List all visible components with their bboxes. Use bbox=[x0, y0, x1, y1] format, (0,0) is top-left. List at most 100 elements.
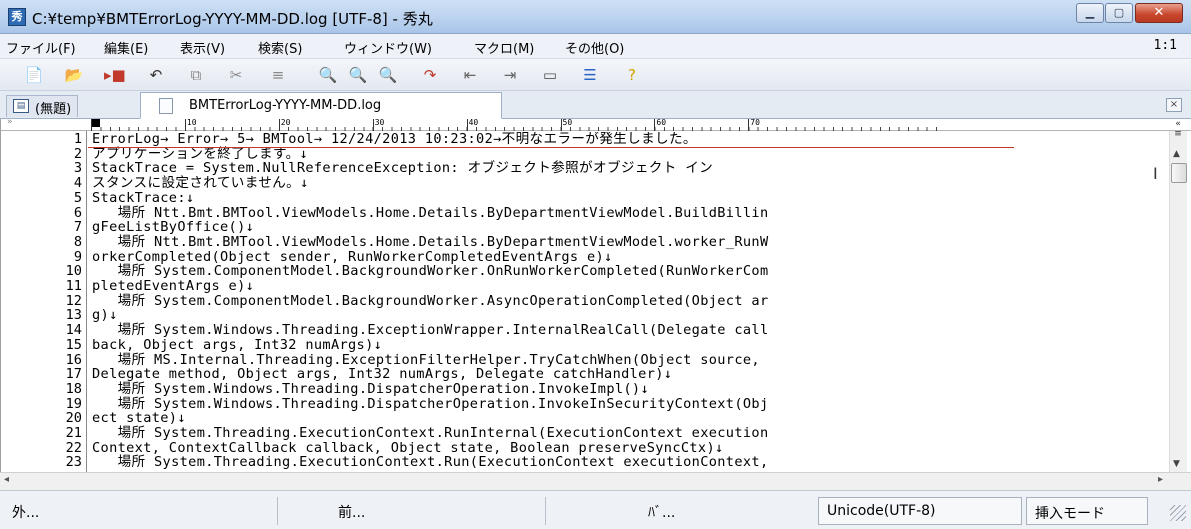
new-file-icon[interactable]: 📄 bbox=[24, 66, 44, 84]
line-text[interactable]: StackTrace = System.NullReferenceExcepti… bbox=[92, 161, 713, 175]
menu-window[interactable]: ウィンドウ(W) bbox=[344, 38, 432, 57]
undo-icon[interactable]: ↶ bbox=[146, 66, 166, 84]
status-bar-item[interactable]: ﾊﾞ... bbox=[640, 497, 683, 525]
horizontal-scrollbar[interactable]: ◂ ▸ bbox=[0, 472, 1191, 490]
line-number: 17 bbox=[65, 366, 82, 383]
line-text[interactable]: スタンスに設定されていません。↓ bbox=[92, 176, 309, 190]
search-up-icon[interactable]: 🔍 bbox=[378, 66, 398, 84]
open-folder-icon[interactable]: 📂 bbox=[64, 66, 84, 84]
toolbar: 📄 📂 ▸■ ↶ ⧉ ✂ ≡ 🔍 🔍 🔍 ↷ ⇤ ⇥ ▭ ☰? bbox=[0, 59, 1191, 91]
indent-right-icon[interactable]: ⇥ bbox=[500, 66, 520, 84]
menu-view[interactable]: 表示(V) bbox=[180, 38, 225, 57]
hidemaru-app-icon[interactable]: 秀 bbox=[8, 8, 26, 26]
text-line[interactable]: 22 Context, ContextCallback callback, Obj… bbox=[1, 441, 1151, 455]
indent-left-icon[interactable]: ⇤ bbox=[460, 66, 480, 84]
text-line[interactable]: 1 ErrorLog→ Error→ 5→ BMTool→ 12/24/2013 … bbox=[1, 132, 1151, 146]
line-text[interactable]: ErrorLog→ Error→ 5→ BMTool→ 12/24/2013 1… bbox=[92, 132, 697, 146]
document-icon bbox=[159, 98, 173, 114]
paste-icon[interactable]: ≡ bbox=[268, 66, 288, 84]
tab-untitled[interactable]: ▤ (無題) bbox=[6, 95, 79, 117]
editor[interactable]: » 10 20 30 40 50 60 70 1 ErrorLog→ Error→ 5→ BM… bbox=[0, 117, 1191, 472]
tab-close-icon[interactable]: × bbox=[1166, 98, 1182, 112]
split-icon[interactable]: ☰ bbox=[580, 66, 600, 84]
line-text[interactable]: 場所 Ntt.Bmt.BMTool.ViewModels.Home.Detail… bbox=[92, 235, 769, 249]
text-line[interactable]: 10 場所 System.ComponentModel.BackgroundWo… bbox=[1, 264, 1151, 278]
text-line[interactable]: 13 g)↓ bbox=[1, 308, 1151, 322]
title-bar: 秀 C:¥temp¥BMTErrorLog-YYYY-MM-DD.log [UT… bbox=[0, 0, 1191, 34]
status-previous[interactable]: 前... bbox=[330, 497, 373, 525]
vertical-scroll-thumb[interactable] bbox=[1171, 163, 1187, 183]
redo-icon[interactable]: ↷ bbox=[420, 66, 440, 84]
menu-edit[interactable]: 編集(E) bbox=[104, 38, 148, 57]
text-line[interactable]: 20 ect state)↓ bbox=[1, 411, 1151, 425]
scroll-left-arrow-icon[interactable]: ◂ bbox=[4, 474, 9, 485]
line-text[interactable]: gFeeListByOffice()↓ bbox=[92, 220, 254, 234]
line-number: 11 bbox=[65, 278, 82, 294]
text-line[interactable]: 17 Delegate method, Object args, Int32 nu… bbox=[1, 367, 1151, 381]
text-line[interactable]: 19 場所 System.Windows.Threading.Dispatche… bbox=[1, 397, 1151, 411]
menu-search[interactable]: 検索(S) bbox=[258, 38, 302, 57]
menu-other[interactable]: その他(O) bbox=[565, 38, 624, 57]
menu-file[interactable]: ファイル(F) bbox=[6, 38, 76, 57]
text-line[interactable]: 4 スタンスに設定されていません。↓ bbox=[1, 176, 1151, 190]
line-text[interactable]: 場所 System.Windows.Threading.ExceptionWra… bbox=[92, 323, 769, 337]
text-line[interactable]: 12 場所 System.ComponentModel.BackgroundWo… bbox=[1, 294, 1151, 308]
text-area[interactable]: 1 ErrorLog→ Error→ 5→ BMTool→ 12/24/2013 … bbox=[1, 132, 1151, 472]
encoding-indicator[interactable]: Unicode(UTF-8) bbox=[818, 497, 1022, 525]
copy-icon[interactable]: ⧉ bbox=[186, 66, 206, 84]
minimize-button[interactable]: ▁ bbox=[1076, 3, 1104, 23]
resize-grip-icon[interactable] bbox=[1170, 505, 1186, 521]
text-line[interactable]: 7 gFeeListByOffice()↓ bbox=[1, 220, 1151, 234]
cursor-line-underline bbox=[88, 147, 1014, 148]
text-line[interactable]: 5 StackTrace:↓ bbox=[1, 191, 1151, 205]
search-icon[interactable]: 🔍 bbox=[318, 66, 338, 84]
line-text[interactable]: back, Object args, Int32 numArgs)↓ bbox=[92, 338, 382, 352]
menu-macro[interactable]: マクロ(M) bbox=[474, 38, 534, 57]
tab-active-file[interactable]: BMTErrorLog-YYYY-MM-DD.log bbox=[140, 92, 502, 119]
help-icon[interactable]: ? bbox=[622, 66, 642, 84]
scroll-up-arrow-icon[interactable]: ▲ bbox=[1173, 149, 1180, 159]
text-line[interactable]: 23 場所 System.Threading.ExecutionContext.… bbox=[1, 455, 1151, 469]
save-icon[interactable]: ▸■ bbox=[104, 66, 126, 84]
line-text[interactable]: Delegate method, Object args, Int32 numA… bbox=[92, 367, 672, 381]
close-button[interactable]: ✕ bbox=[1135, 3, 1183, 23]
ruler-major-tick bbox=[372, 119, 374, 131]
line-text[interactable]: orkerCompleted(Object sender, RunWorkerC… bbox=[92, 250, 613, 264]
line-text[interactable]: 場所 System.Windows.Threading.DispatcherOp… bbox=[92, 382, 649, 396]
text-line[interactable]: 16 場所 MS.Internal.Threading.ExceptionFil… bbox=[1, 353, 1151, 367]
text-line[interactable]: 15 back, Object args, Int32 numArgs)↓ bbox=[1, 338, 1151, 352]
text-line[interactable]: 6 場所 Ntt.Bmt.BMTool.ViewModels.Home.Deta… bbox=[1, 206, 1151, 220]
line-text[interactable]: g)↓ bbox=[92, 308, 118, 322]
line-text[interactable]: ect state)↓ bbox=[92, 411, 186, 425]
line-text[interactable]: 場所 System.Threading.ExecutionContext.Run… bbox=[92, 426, 769, 440]
text-line[interactable]: 14 場所 System.Windows.Threading.Exception… bbox=[1, 323, 1151, 337]
cut-icon[interactable]: ✂ bbox=[226, 66, 246, 84]
search-down-icon[interactable]: 🔍 bbox=[348, 66, 368, 84]
line-text[interactable]: 場所 System.ComponentModel.BackgroundWorke… bbox=[92, 294, 769, 308]
text-line[interactable]: 3 StackTrace = System.NullReferenceExcept… bbox=[1, 161, 1151, 175]
scroll-right-arrow-icon[interactable]: ▸ bbox=[1158, 474, 1163, 485]
text-line[interactable]: 9 orkerCompleted(Object sender, RunWorker… bbox=[1, 250, 1151, 264]
window-icon[interactable]: ▭ bbox=[540, 66, 560, 84]
line-text[interactable]: 場所 Ntt.Bmt.BMTool.ViewModels.Home.Detail… bbox=[92, 206, 769, 220]
text-line[interactable]: 8 場所 Ntt.Bmt.BMTool.ViewModels.Home.Deta… bbox=[1, 235, 1151, 249]
text-line[interactable]: 11 pletedEventArgs e)↓ bbox=[1, 279, 1151, 293]
text-line[interactable]: 18 場所 System.Windows.Threading.Dispatche… bbox=[1, 382, 1151, 396]
line-text[interactable]: StackTrace:↓ bbox=[92, 191, 194, 205]
split-window-icon[interactable]: «≡ bbox=[1168, 119, 1188, 149]
text-line[interactable]: 21 場所 System.Threading.ExecutionContext.… bbox=[1, 426, 1151, 440]
scroll-down-arrow-icon[interactable]: ▼ bbox=[1173, 459, 1180, 469]
insert-mode-indicator[interactable]: 挿入モード bbox=[1026, 497, 1148, 525]
maximize-button[interactable]: ▢ bbox=[1105, 3, 1133, 23]
line-text[interactable]: 場所 System.ComponentModel.BackgroundWorke… bbox=[92, 264, 769, 278]
status-outer[interactable]: 外... bbox=[4, 497, 47, 525]
ruler-number: 60 bbox=[656, 118, 667, 127]
line-text[interactable]: 場所 MS.Internal.Threading.ExceptionFilter… bbox=[92, 353, 768, 367]
line-number: 14 bbox=[65, 322, 82, 339]
line-text[interactable]: Context, ContextCallback callback, Objec… bbox=[92, 441, 724, 455]
line-text[interactable]: アプリケーションを終了します。↓ bbox=[92, 147, 308, 161]
line-text[interactable]: 場所 System.Windows.Threading.DispatcherOp… bbox=[92, 397, 769, 411]
line-text[interactable]: pletedEventArgs e)↓ bbox=[92, 279, 254, 293]
text-line[interactable]: 2 アプリケーションを終了します。↓ bbox=[1, 147, 1151, 161]
line-text[interactable]: 場所 System.Threading.ExecutionContext.Run… bbox=[92, 455, 769, 469]
